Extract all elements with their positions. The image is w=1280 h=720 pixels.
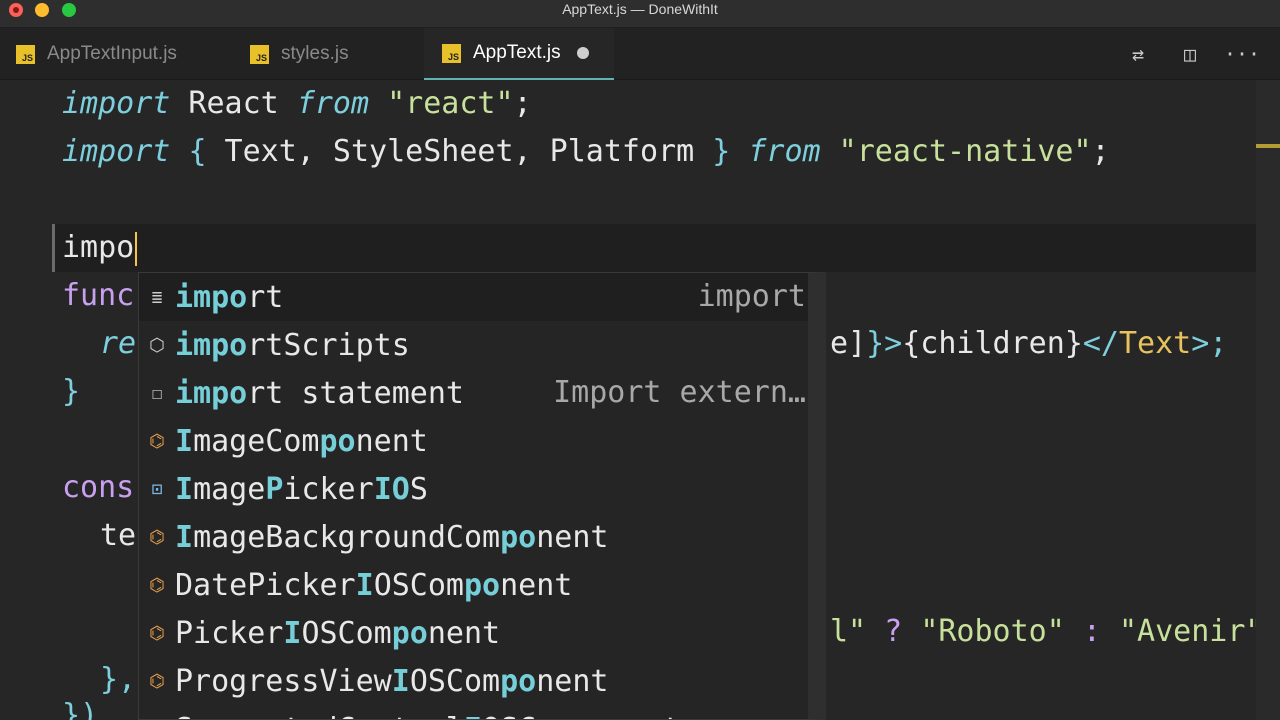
suggestion-label: ProgressViewIOSComponent [175, 663, 609, 699]
vertical-scrollbar[interactable] [1256, 80, 1280, 720]
suggestion-label: importScripts [175, 327, 410, 363]
code-line-6: re [100, 326, 137, 361]
js-file-icon: JS [250, 44, 269, 64]
code-line-1: import React from "react"; [62, 86, 532, 121]
suggestion-label: SegmentedControlIOSComponent [175, 712, 681, 720]
code-line-6-tail: e]}>{children}</Text>; [830, 326, 1228, 361]
tab-label: styles.js [281, 43, 349, 64]
class-icon: ⌬ [149, 622, 165, 644]
class-icon: ⌬ [149, 430, 165, 452]
module-icon: ⬡ [149, 334, 165, 356]
suggestion-item[interactable]: ⬡ importScripts [139, 321, 808, 369]
code-line-14: }) [62, 698, 99, 720]
class-icon: ⌬ [149, 670, 165, 692]
window-title: AppText.js — DoneWithIt [562, 1, 718, 17]
scrollbar-marker [1256, 144, 1280, 148]
suggestion-item[interactable]: ⌬ ImageBackgroundComponent [139, 513, 808, 561]
suggestion-label: ImageComponent [175, 423, 428, 459]
suggestion-label: import statement [175, 375, 464, 411]
snippet-keyword-icon: ≣ [151, 286, 163, 308]
more-actions-icon[interactable]: ··· [1222, 34, 1262, 74]
suggestion-item[interactable]: ⌬ PickerIOSComponent [139, 609, 808, 657]
suggestion-item[interactable]: ⌬ SegmentedControlIOSComponent [139, 705, 808, 720]
class-icon: ⌬ [149, 574, 165, 596]
editor-actions: ⇄ ◫ ··· [1106, 28, 1280, 80]
source-control-compare-icon[interactable]: ⇄ [1118, 34, 1158, 74]
code-line-2: import { Text, StyleSheet, Platform } fr… [62, 134, 1110, 169]
suggestion-item[interactable]: ⌬ ProgressViewIOSComponent [139, 657, 808, 705]
js-file-icon: JS [442, 43, 461, 63]
tab-label: AppTextInput.js [47, 43, 177, 64]
snippet-icon: ☐ [151, 382, 163, 404]
tab-apptextinput[interactable]: JS AppTextInput.js [16, 28, 177, 80]
tab-styles[interactable]: JS styles.js [250, 28, 349, 80]
split-editor-icon[interactable]: ◫ [1170, 34, 1210, 74]
suggestion-label: ImagePickerIOS [175, 471, 428, 507]
code-line-typing: impo [62, 224, 138, 272]
suggestion-label: ImageBackgroundComponent [175, 519, 609, 555]
suggestion-detail: import [697, 279, 806, 314]
tab-apptext[interactable]: JS AppText.js [424, 28, 614, 80]
current-line-highlight [52, 224, 1280, 272]
autocomplete-suggestions: ≣ import import ⬡ importScripts ☐ import… [138, 272, 826, 720]
suggestion-item[interactable]: ⌬ ImageComponent [139, 417, 808, 465]
code-line-10: te [100, 518, 137, 553]
suggestion-item[interactable]: ⌬ DatePickerIOSComponent [139, 561, 808, 609]
class-icon: ⌬ [149, 526, 165, 548]
code-line-7: } [62, 374, 81, 409]
suggestion-item[interactable]: ☐ import statement Import extern… [139, 369, 808, 417]
suggestion-label: DatePickerIOSComponent [175, 567, 573, 603]
code-line-5: func [62, 278, 135, 313]
suggestion-detail: Import extern… [553, 375, 806, 410]
code-line-13: }, [100, 662, 137, 697]
js-file-icon: JS [16, 44, 35, 64]
suggestion-item[interactable]: ≣ import import [139, 273, 808, 321]
editor-tab-bar: JS AppTextInput.js JS styles.js JS AppTe… [0, 28, 1280, 80]
unsaved-changes-dot-icon[interactable] [576, 47, 589, 59]
title-bar: AppText.js — DoneWithIt [0, 0, 1280, 28]
tab-label: AppText.js [473, 42, 561, 63]
text-caret [135, 231, 138, 266]
suggestion-label: PickerIOSComponent [175, 615, 501, 651]
code-line-12-tail: l" ? "Roboto" : "Avenir" [830, 614, 1264, 649]
variable-icon: ⊡ [151, 478, 163, 500]
suggestion-label: import [175, 279, 284, 315]
code-line-9: cons [62, 470, 135, 505]
suggestion-item[interactable]: ⊡ ImagePickerIOS [139, 465, 808, 513]
